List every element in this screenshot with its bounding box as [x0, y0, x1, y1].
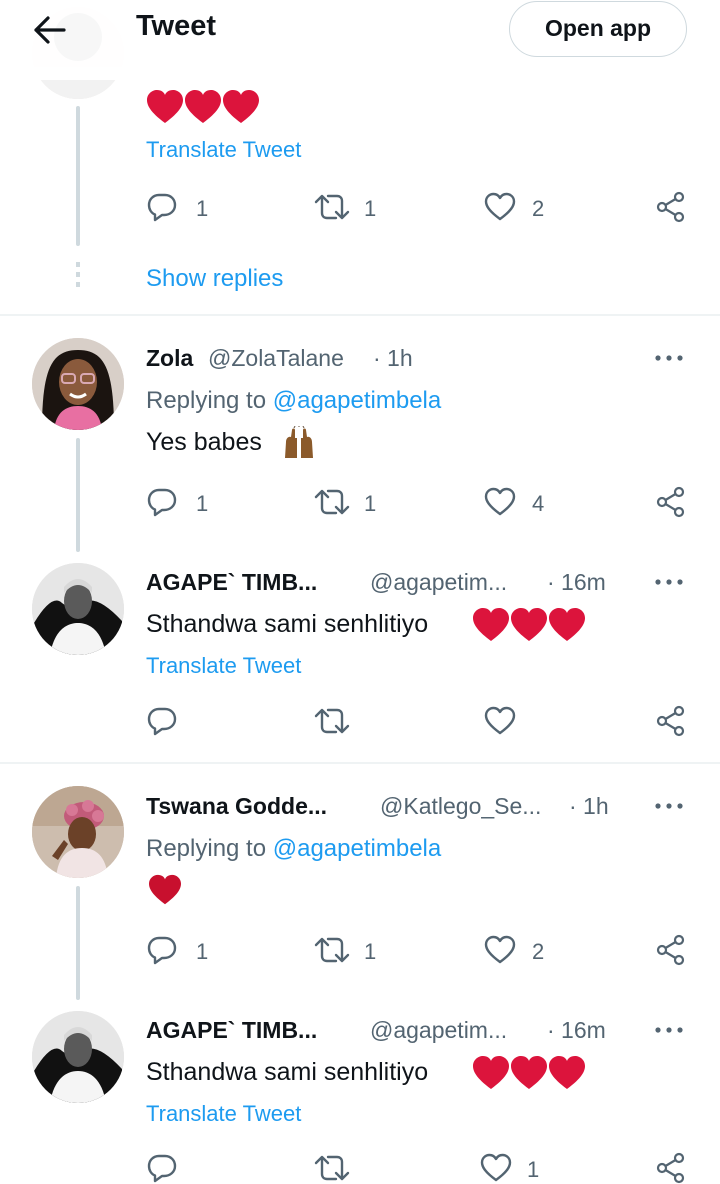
- divider: [0, 762, 720, 764]
- reply-icon[interactable]: [146, 934, 178, 966]
- show-replies-link[interactable]: Show replies: [146, 265, 283, 293]
- like-icon[interactable]: [484, 191, 516, 223]
- avatar[interactable]: [32, 563, 124, 655]
- thread-dots: [76, 262, 80, 292]
- retweet-icon[interactable]: [313, 705, 351, 737]
- like-count: 1: [527, 1157, 540, 1182]
- like-icon[interactable]: [484, 934, 516, 966]
- tweet-time: · 1h: [569, 793, 609, 819]
- back-arrow-icon[interactable]: [28, 12, 72, 48]
- reply-icon[interactable]: [146, 1152, 178, 1184]
- like-count: 4: [532, 491, 545, 516]
- raised-hands-emoji: [282, 426, 316, 460]
- tweet-text: Yes babes: [146, 428, 262, 456]
- divider: [0, 314, 720, 316]
- translate-tweet-link[interactable]: Translate Tweet: [146, 137, 301, 163]
- reply-count: 1: [196, 491, 209, 516]
- more-options-icon[interactable]: [652, 1022, 688, 1042]
- reply-count: 1: [196, 196, 209, 221]
- thread-line: [76, 438, 80, 552]
- share-icon[interactable]: [654, 934, 686, 966]
- share-icon[interactable]: [654, 191, 686, 223]
- tweet-time: · 16m: [547, 1017, 606, 1043]
- heart-emoji-row: [472, 607, 588, 645]
- tweet-time: · 16m: [547, 569, 606, 595]
- author-name[interactable]: Tswana Godde...: [146, 793, 327, 820]
- replying-to: Replying to @agapetimbela: [146, 835, 442, 862]
- reply-icon[interactable]: [146, 486, 178, 518]
- like-icon[interactable]: [480, 1152, 512, 1184]
- avatar[interactable]: [32, 1011, 124, 1103]
- tweet-text: Sthandwa sami senhlitiyo: [146, 610, 429, 638]
- avatar[interactable]: [32, 338, 124, 430]
- author-handle[interactable]: @agapetim...: [370, 1017, 507, 1044]
- like-count: 2: [532, 939, 545, 964]
- heart-emoji: [148, 874, 182, 906]
- retweet-icon[interactable]: [313, 486, 351, 518]
- heart-emoji-row: [472, 1055, 588, 1093]
- page-title: Tweet: [136, 10, 217, 42]
- reply-icon[interactable]: [146, 705, 178, 737]
- share-icon[interactable]: [654, 1152, 686, 1184]
- reply-icon[interactable]: [146, 191, 178, 223]
- retweet-icon[interactable]: [313, 934, 351, 966]
- open-app-button[interactable]: Open app: [509, 1, 687, 57]
- more-options-icon[interactable]: [652, 798, 688, 818]
- author-handle[interactable]: @ZolaTalane: [208, 345, 344, 372]
- thread-line: [76, 886, 80, 1000]
- mention-link[interactable]: @agapetimbela: [273, 835, 441, 862]
- share-icon[interactable]: [654, 486, 686, 518]
- mention-link[interactable]: @agapetimbela: [273, 387, 441, 414]
- retweet-count: 1: [364, 491, 377, 516]
- translate-tweet-link[interactable]: Translate Tweet: [146, 1101, 301, 1127]
- author-name[interactable]: Zola: [146, 345, 193, 372]
- share-icon[interactable]: [654, 705, 686, 737]
- author-handle[interactable]: @agapetim...: [370, 569, 507, 596]
- tweet-time: · 1h: [373, 345, 413, 371]
- translate-tweet-link[interactable]: Translate Tweet: [146, 653, 301, 679]
- tweet-text: Sthandwa sami senhlitiyo: [146, 1058, 429, 1086]
- retweet-icon[interactable]: [313, 1152, 351, 1184]
- author-name[interactable]: AGAPE` TIMB...: [146, 569, 317, 596]
- thread-line: [76, 106, 80, 246]
- avatar[interactable]: [32, 786, 124, 878]
- heart-emoji-row: [146, 89, 262, 127]
- like-count: 2: [532, 196, 545, 221]
- author-name[interactable]: AGAPE` TIMB...: [146, 1017, 317, 1044]
- retweet-icon[interactable]: [313, 191, 351, 223]
- replying-to: Replying to @agapetimbela: [146, 387, 442, 414]
- like-icon[interactable]: [484, 705, 516, 737]
- reply-count: 1: [196, 939, 209, 964]
- like-icon[interactable]: [484, 486, 516, 518]
- more-options-icon[interactable]: [652, 350, 688, 370]
- retweet-count: 1: [364, 196, 377, 221]
- retweet-count: 1: [364, 939, 377, 964]
- more-options-icon[interactable]: [652, 574, 688, 594]
- author-handle[interactable]: @Katlego_Se...: [380, 793, 541, 820]
- top-bar: Tweet Open app: [0, 0, 720, 80]
